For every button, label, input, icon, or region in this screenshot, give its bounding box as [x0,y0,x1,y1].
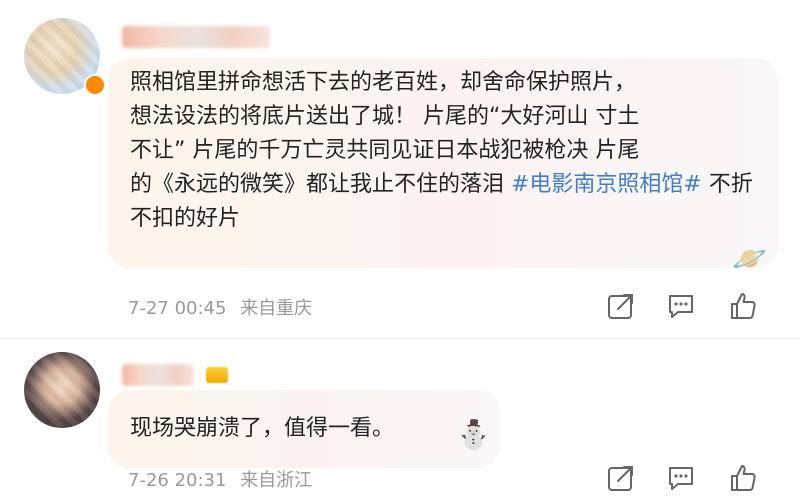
comment-text: 照相馆里拼命想活下去的老百姓，却舍命保护照片， 想法设法的将底片送出了城！ 片尾… [130,70,753,231]
reply-button[interactable] [664,289,698,323]
verified-badge-icon [84,74,106,96]
comment-date: 7-27 00:45 [128,298,227,319]
thumbs-up-icon [731,293,756,319]
comment-location: 来自浙江 [240,470,313,491]
reply-button[interactable] [664,461,698,495]
like-button[interactable] [726,461,760,495]
comment-meta: 7-27 00:45 来自重庆 [128,294,312,320]
comment-meta: 7-26 20:31 来自浙江 [128,466,312,492]
comment-date: 7-26 20:31 [128,470,227,491]
snowman-sticker-icon: ⛄ [456,418,491,451]
comment-icon [669,295,693,318]
comment-item: 照相馆里拼命想活下去的老百姓，却舍命保护照片， 想法设法的将底片送出了城！ 片尾… [0,0,800,340]
avatar[interactable] [24,352,100,428]
sticker-decoration-icon: 🪐 [732,242,767,275]
share-button[interactable] [604,289,638,323]
comment-icon [669,467,693,490]
crown-badge-icon [206,367,228,383]
username-blurred[interactable] [122,26,270,48]
username-blurred[interactable] [122,364,194,386]
share-icon [608,294,633,319]
thumbs-up-icon [731,465,756,491]
comment-actions [604,289,774,323]
comment-actions [604,461,774,495]
comment-item: 现场哭崩溃了，值得一看。 ⛄ 7-26 20:31 来自浙江 [0,340,800,500]
share-icon [608,466,633,491]
comment-text: 现场哭崩溃了，值得一看。 [130,416,395,441]
comment-location: 来自重庆 [240,298,313,319]
share-button[interactable] [604,461,638,495]
like-button[interactable] [726,289,760,323]
hashtag-link[interactable]: #电影南京照相馆# [511,172,702,197]
divider [0,338,800,339]
